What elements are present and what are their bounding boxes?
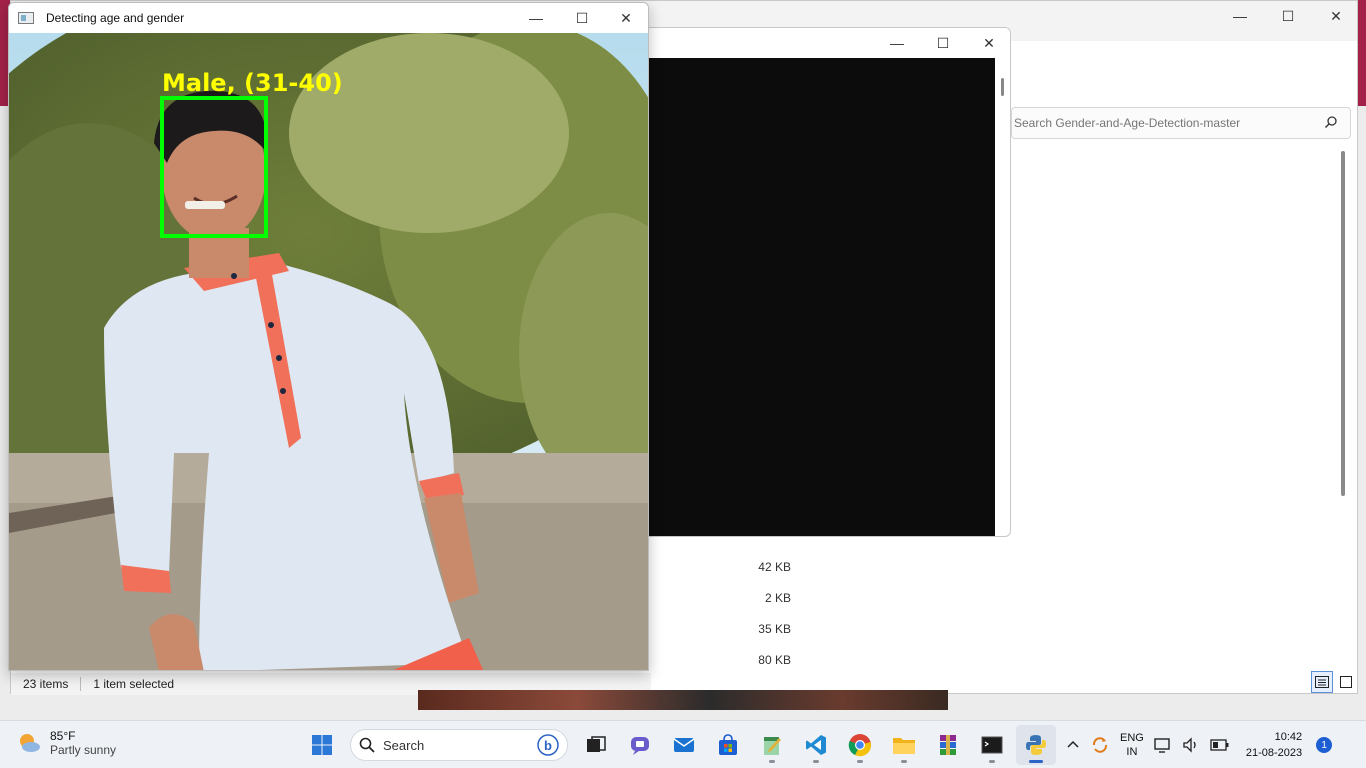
vscode-button[interactable] xyxy=(796,725,836,765)
weather-temperature: 85°F xyxy=(50,729,76,743)
console-window: — ☐ ✕ xyxy=(630,27,1011,537)
image-minimize-button[interactable]: — xyxy=(513,3,559,33)
input-language[interactable]: ENG IN xyxy=(1120,731,1144,759)
status-selection: 1 item selected xyxy=(93,677,175,691)
sync-icon[interactable] xyxy=(1090,735,1110,755)
python-button[interactable] xyxy=(1016,725,1056,765)
notepad-button[interactable] xyxy=(752,725,792,765)
file-size-column: 42 KB 2 KB 35 KB 80 KB xyxy=(711,557,791,681)
console-output[interactable] xyxy=(649,58,995,536)
running-indicator xyxy=(769,760,775,763)
explorer-close-button[interactable]: ✕ xyxy=(1313,1,1359,31)
image-window-title: Detecting age and gender xyxy=(46,11,185,25)
running-indicator xyxy=(989,760,995,763)
image-window: Detecting age and gender — ☐ ✕ Male, (31… xyxy=(8,2,649,671)
network-icon[interactable] xyxy=(1154,737,1172,753)
taskbar-clock[interactable]: 10:42 21-08-2023 xyxy=(1246,729,1302,761)
weather-widget[interactable]: 85°F Partly sunny xyxy=(16,729,116,757)
running-indicator xyxy=(857,760,863,763)
clock-time: 10:42 xyxy=(1274,731,1303,743)
task-view-button[interactable] xyxy=(576,725,616,765)
python-icon xyxy=(1026,735,1046,755)
start-button[interactable] xyxy=(302,725,342,765)
notification-badge[interactable]: 1 xyxy=(1316,737,1333,753)
chat-icon xyxy=(631,737,649,755)
weather-condition: Partly sunny xyxy=(50,743,117,757)
view-switcher xyxy=(1311,671,1357,693)
taskbar-search-box[interactable]: Search b xyxy=(350,729,568,761)
clock-date: 21-08-2023 xyxy=(1245,747,1303,759)
system-tray: ENG IN 10:42 21-08-2023 1 xyxy=(1066,725,1333,765)
console-maximize-button[interactable]: ☐ xyxy=(920,28,966,58)
search-icon xyxy=(359,737,375,753)
language-code: ENG xyxy=(1120,732,1144,744)
console-minimize-button[interactable]: — xyxy=(874,28,920,58)
chrome-button[interactable] xyxy=(840,725,880,765)
file-explorer-icon xyxy=(893,738,915,754)
file-size: 35 KB xyxy=(758,622,791,636)
image-maximize-button[interactable]: ☐ xyxy=(559,3,605,33)
status-item-count: 23 items xyxy=(23,677,69,691)
image-window-titlebar[interactable]: Detecting age and gender — ☐ ✕ xyxy=(9,3,648,33)
background-window-strip xyxy=(418,690,948,710)
file-explorer-button[interactable] xyxy=(884,725,924,765)
winrar-icon xyxy=(940,735,956,755)
battery-icon[interactable] xyxy=(1210,739,1230,751)
taskbar: 85°F Partly sunny Search b ENG IN 10:42 … xyxy=(0,720,1366,768)
tiles-view-button[interactable] xyxy=(1335,671,1357,693)
start-icon xyxy=(312,735,332,755)
weather-sun-cloud-icon xyxy=(20,734,40,752)
chrome-icon xyxy=(848,734,871,757)
explorer-search-box[interactable] xyxy=(1011,107,1351,139)
volume-icon[interactable] xyxy=(1182,737,1200,753)
svg-text:b: b xyxy=(544,738,552,753)
file-size: 2 KB xyxy=(764,591,791,605)
detection-photo: Male, (31-40) xyxy=(9,33,648,670)
active-indicator xyxy=(1029,760,1043,763)
winrar-button[interactable] xyxy=(928,725,968,765)
app-window-icon xyxy=(18,12,34,24)
search-icon[interactable] xyxy=(1324,115,1340,131)
file-size: 42 KB xyxy=(758,560,791,574)
notepad-icon xyxy=(764,737,781,755)
explorer-search-input[interactable] xyxy=(1014,116,1324,130)
file-size: 80 KB xyxy=(758,653,791,667)
explorer-scrollbar[interactable] xyxy=(1341,151,1345,496)
console-titlebar: — ☐ ✕ xyxy=(631,28,1010,58)
explorer-minimize-button[interactable]: — xyxy=(1217,1,1263,31)
task-view-icon xyxy=(587,736,606,752)
mail-button[interactable] xyxy=(664,725,704,765)
taskbar-search-label: Search xyxy=(383,737,425,753)
console-scrollbar[interactable] xyxy=(1001,78,1004,96)
detection-label: Male, (31-40) xyxy=(162,69,343,97)
vscode-icon xyxy=(806,735,826,755)
chat-button[interactable] xyxy=(620,725,660,765)
terminal-button[interactable] xyxy=(972,725,1012,765)
mail-icon xyxy=(673,738,695,752)
language-region: IN xyxy=(1126,746,1138,758)
terminal-icon xyxy=(981,736,1003,754)
running-indicator xyxy=(901,760,907,763)
bing-icon[interactable]: b xyxy=(537,734,559,756)
explorer-maximize-button[interactable]: ☐ xyxy=(1265,1,1311,31)
taskbar-apps: Search b xyxy=(300,725,1058,765)
running-indicator xyxy=(813,760,819,763)
chevron-up-icon[interactable] xyxy=(1066,738,1080,752)
details-view-button[interactable] xyxy=(1311,671,1333,693)
image-close-button[interactable]: ✕ xyxy=(603,3,648,33)
store-icon xyxy=(719,734,737,755)
console-close-button[interactable]: ✕ xyxy=(966,28,1010,58)
store-button[interactable] xyxy=(708,725,748,765)
